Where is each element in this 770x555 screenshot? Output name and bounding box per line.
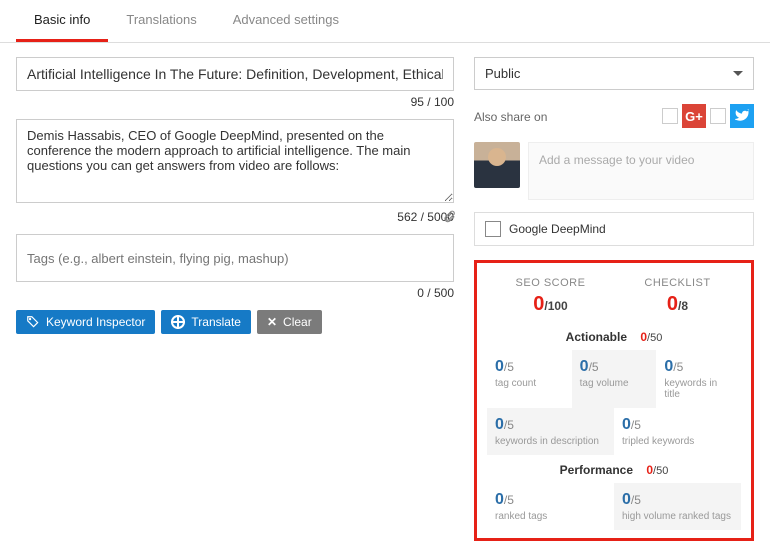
clear-button[interactable]: ✕ Clear [257, 310, 322, 334]
seo-score-denom: /100 [544, 299, 567, 313]
tab-advanced[interactable]: Advanced settings [215, 0, 357, 42]
metric-high-volume-ranked: 0/5 high volume ranked tags [614, 483, 741, 530]
translate-button[interactable]: Translate [161, 310, 251, 334]
tab-basic-info[interactable]: Basic info [16, 0, 108, 42]
twitter-checkbox[interactable] [710, 108, 726, 124]
tab-translations[interactable]: Translations [108, 0, 214, 42]
keyword-inspector-button[interactable]: Keyword Inspector [16, 310, 155, 334]
metric-keywords-description: 0/5 keywords in description [487, 408, 614, 455]
gplus-icon[interactable]: G+ [682, 104, 706, 128]
square-icon [485, 221, 501, 237]
privacy-select[interactable]: Public [474, 57, 754, 90]
x-icon: ✕ [267, 315, 277, 329]
globe-icon [171, 315, 185, 329]
actionable-denom: /50 [647, 332, 662, 344]
clear-label: Clear [283, 315, 312, 329]
twitter-icon[interactable] [730, 104, 754, 128]
related-tag[interactable]: Google DeepMind [474, 212, 754, 246]
title-input[interactable] [16, 57, 454, 91]
tags-input[interactable] [16, 234, 454, 282]
attachment-icon[interactable] [442, 210, 456, 227]
performance-denom: /50 [653, 465, 668, 477]
share-label: Also share on [474, 110, 547, 124]
seo-panel: SEO SCORE 0/100 CHECKLIST 0/8 Actionable… [474, 260, 754, 541]
checklist-label: CHECKLIST [614, 277, 741, 289]
privacy-value: Public [485, 66, 520, 81]
seo-score-label: SEO SCORE [487, 277, 614, 289]
caret-down-icon [733, 71, 743, 76]
share-message-input[interactable]: Add a message to your video [528, 142, 754, 200]
keyword-inspector-label: Keyword Inspector [46, 315, 145, 329]
tags-counter: 0 / 500 [417, 286, 454, 300]
metric-ranked-tags: 0/5 ranked tags [487, 483, 614, 530]
description-counter: 562 / 5000 [16, 210, 454, 224]
gplus-checkbox[interactable] [662, 108, 678, 124]
performance-label: Performance [560, 463, 633, 477]
checklist-value: 0 [667, 293, 678, 315]
translate-label: Translate [191, 315, 241, 329]
metric-tag-volume: 0/5 tag volume [572, 350, 657, 408]
checklist-denom: /8 [678, 299, 688, 313]
tabs-bar: Basic info Translations Advanced setting… [0, 0, 770, 43]
seo-score-value: 0 [533, 293, 544, 315]
avatar [474, 142, 520, 188]
metric-keywords-title: 0/5 keywords in title [656, 350, 741, 408]
metric-tripled-keywords: 0/5 tripled keywords [614, 408, 741, 455]
actionable-label: Actionable [566, 330, 627, 344]
tag-icon [26, 315, 40, 329]
related-tag-label: Google DeepMind [509, 222, 606, 236]
metric-tag-count: 0/5 tag count [487, 350, 572, 408]
description-textarea[interactable]: Demis Hassabis, CEO of Google DeepMind, … [16, 119, 454, 203]
title-counter: 95 / 100 [16, 95, 454, 109]
